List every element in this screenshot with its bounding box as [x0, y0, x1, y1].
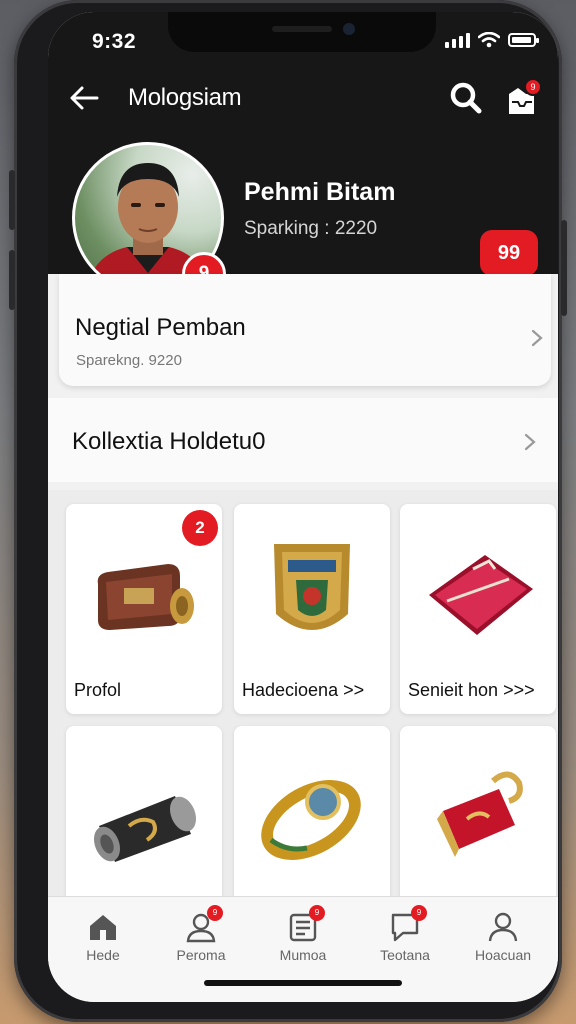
- user-icon: [488, 912, 518, 942]
- badge-shield-icon: [234, 524, 390, 664]
- arrow-left-icon: [70, 86, 99, 110]
- home-icon: [90, 915, 116, 940]
- ranking-card[interactable]: Negtial Pemban Sparekng. 9220: [59, 274, 551, 386]
- profile-name: Pehmi Bitam: [244, 178, 396, 206]
- collection-row[interactable]: Kollextia Holdetu0: [48, 398, 558, 482]
- dynamic-island: [168, 12, 436, 52]
- tab-label: Peroma: [176, 947, 226, 963]
- screen: 9:32 Mologsiam 9 Pehmi Bitam Sparking: …: [48, 12, 558, 1002]
- page-title: Mologsiam: [128, 84, 242, 111]
- status-time: 9:32: [92, 30, 137, 53]
- tab-badge: 9: [411, 905, 427, 921]
- card-subtitle: Sparekng. 9220: [76, 352, 182, 369]
- tab-label: Hoacuan: [474, 947, 532, 963]
- signal-icon: [445, 32, 470, 48]
- bottom-tab-bar: Hede 9 Peroma 9 Mumoa 9 Teotana Hoacuan: [48, 896, 558, 1002]
- profile-subtitle: Sparking : 2220: [244, 218, 378, 239]
- back-button[interactable]: [66, 80, 102, 116]
- red-pouch-icon: [400, 524, 556, 664]
- tab-label: Hede: [86, 947, 120, 963]
- item-label: Hadecioena >>: [242, 680, 365, 700]
- item-label: Senieit hon >>>: [408, 680, 535, 700]
- phone-frame: 9:32 Mologsiam 9 Pehmi Bitam Sparking: …: [9, 0, 567, 1022]
- volume-down-button: [9, 250, 15, 310]
- collection-title: Kollextia Holdetu0: [72, 428, 266, 455]
- status-icons: [445, 32, 539, 48]
- inbox-badge: 9: [524, 78, 542, 96]
- tab-peroma[interactable]: 9 Peroma: [156, 905, 246, 971]
- item-label: Profol: [74, 680, 122, 700]
- red-padlock-icon: [400, 746, 556, 886]
- tab-label: Teotana: [380, 947, 430, 963]
- chevron-right-icon: [531, 329, 543, 347]
- volume-up-button: [9, 170, 15, 230]
- battery-icon: [508, 33, 539, 47]
- tab-label: Mumoa: [279, 947, 327, 963]
- tab-teotana[interactable]: 9 Teotana: [360, 905, 450, 971]
- tab-home[interactable]: Hede: [58, 911, 148, 971]
- search-icon: [450, 82, 482, 114]
- inbox-button[interactable]: 9: [502, 78, 542, 118]
- ring-icon: [234, 746, 390, 886]
- home-indicator[interactable]: [204, 980, 402, 986]
- item-tile[interactable]: 2 Profol: [66, 504, 222, 714]
- card-title: Negtial Pemban: [75, 314, 246, 341]
- item-tile[interactable]: Hadecioena >>: [234, 504, 390, 714]
- search-button[interactable]: [446, 78, 486, 118]
- count-badge-button[interactable]: 99: [480, 230, 538, 276]
- chevron-right-icon: [524, 433, 536, 451]
- cylinder-icon: [66, 746, 222, 886]
- tab-badge: 9: [309, 905, 325, 921]
- tab-hoacuan[interactable]: Hoacuan: [458, 911, 548, 971]
- tab-mumoa[interactable]: 9 Mumoa: [258, 905, 348, 971]
- item-tile[interactable]: Senieit hon >>>: [400, 504, 556, 714]
- power-button: [561, 220, 567, 316]
- tab-badge: 9: [207, 905, 223, 921]
- item-grid: 2 Profol Hadecioena >> Senieit hon >>>: [48, 490, 558, 936]
- top-bar: Mologsiam 9: [48, 76, 558, 120]
- item-badge: 2: [182, 510, 218, 546]
- wifi-icon: [478, 32, 500, 48]
